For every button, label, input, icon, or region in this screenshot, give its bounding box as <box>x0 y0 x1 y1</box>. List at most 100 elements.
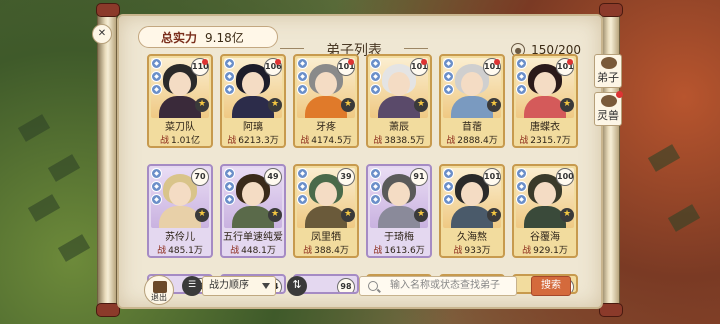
face-shape <box>315 182 337 206</box>
panel-footer: 退出 ☰ 战力顺序 ⇅ 输入名称或状态查找弟子 搜索 <box>119 274 601 310</box>
disciple-card[interactable]: ◆ ◆ ◆ 100 ★ 谷覆海战 929.1万 <box>512 164 578 258</box>
attribute-icon: ◆ <box>297 168 308 179</box>
total-power-value: 9.18亿 <box>205 30 244 45</box>
power-prefix: 战 <box>522 246 532 256</box>
power-value: 388.4万 <box>314 246 349 256</box>
disciple-power: 战 6213.3万 <box>222 133 284 146</box>
attribute-icons: ◆ ◆ ◆ <box>224 58 236 97</box>
power-value: 933万 <box>464 246 491 256</box>
disciple-card[interactable]: ◆ ◆ ◆ 70 ★ 苏伶儿战 485.1万 <box>147 164 213 258</box>
tab-disciples[interactable]: 弟子 <box>594 54 622 88</box>
power-prefix: 战 <box>373 136 383 146</box>
power-prefix: 战 <box>303 246 313 256</box>
power-prefix: 战 <box>159 136 169 146</box>
total-power-tag: 总实力 9.18亿 <box>138 26 278 48</box>
attribute-icon: ◆ <box>224 58 235 69</box>
face-shape <box>388 182 410 206</box>
attribute-icon: ◆ <box>370 181 381 192</box>
face-shape <box>169 72 191 96</box>
exit-button[interactable]: 退出 <box>144 275 174 305</box>
level-badge: 110 <box>191 58 209 76</box>
attribute-icon: ◆ <box>443 84 454 95</box>
face-shape <box>242 182 264 206</box>
disciple-power: 战 1.01亿 <box>149 133 211 146</box>
attribute-icon: ◆ <box>370 84 381 95</box>
power-value: 1613.6万 <box>384 246 425 256</box>
attribute-icon: ◆ <box>370 58 381 69</box>
scroll-rod-right <box>599 3 623 317</box>
sort-direction-icon[interactable]: ⇅ <box>287 276 307 296</box>
attribute-icon: ◆ <box>151 181 162 192</box>
disciple-panel: 总实力 9.18亿 弟子列表 ● 150/200 ◆ ◆ ◆ 110 ★ 菜刀队战 1.01… <box>117 14 603 309</box>
bg-tile <box>667 204 701 232</box>
level-badge: 91 <box>410 168 428 186</box>
level-badge: 101 <box>556 58 574 76</box>
sort-select[interactable]: 战力顺序 <box>202 276 276 296</box>
disciple-card[interactable]: ◆ ◆ ◆ 101 ★ 萧辰战 3838.5万 <box>366 54 432 148</box>
attribute-icons: ◆ ◆ ◆ <box>151 168 163 207</box>
disciple-card[interactable]: ◆ ◆ ◆ 49 ★ 五行单速纯爱战 448.1万 <box>220 164 286 258</box>
disciple-card[interactable]: ◆ ◆ ◆ 106 ★ 阿璃战 6213.3万 <box>220 54 286 148</box>
disciple-name: 谷覆海 <box>530 232 560 243</box>
disciple-name: 于琦梅 <box>384 232 414 243</box>
power-value: 4174.5万 <box>311 136 352 146</box>
disciple-card[interactable]: ◆ ◆ ◆ 101 ★ 牙疼战 4174.5万 <box>293 54 359 148</box>
disciple-name: 凤里牺 <box>311 232 341 243</box>
rod-cap <box>599 3 623 17</box>
search-button[interactable]: 搜索 <box>531 276 571 296</box>
star-icon: ★ <box>487 208 501 222</box>
filter-icon[interactable]: ☰ <box>182 276 202 296</box>
power-prefix: 战 <box>300 136 310 146</box>
attribute-icons: ◆ ◆ ◆ <box>224 168 236 207</box>
attribute-icon: ◆ <box>370 194 381 205</box>
disciple-power: 战 4174.5万 <box>295 133 357 146</box>
tab-label: 弟子 <box>597 71 619 84</box>
attribute-icons: ◆ ◆ ◆ <box>443 58 455 97</box>
power-value: 485.1万 <box>168 246 203 256</box>
disciple-name: 五行单速纯爱 <box>223 232 283 243</box>
notification-dot <box>421 59 427 65</box>
search-placeholder: 输入名称或状态查找弟子 <box>390 280 500 291</box>
disciple-name: 苏伶儿 <box>165 232 195 243</box>
star-icon: ★ <box>268 208 282 222</box>
face-shape <box>388 72 410 96</box>
attribute-icon: ◆ <box>443 71 454 82</box>
bg-tile <box>17 114 51 142</box>
star-icon: ★ <box>487 98 501 112</box>
attribute-icon: ◆ <box>297 181 308 192</box>
attribute-icon: ◆ <box>370 168 381 179</box>
disciple-card[interactable]: ◆ ◆ ◆ 110 ★ 菜刀队战 1.01亿 <box>147 54 213 148</box>
disciple-name: 牙疼 <box>316 122 336 133</box>
chevron-down-icon <box>262 283 270 289</box>
attribute-icons: ◆ ◆ ◆ <box>516 58 528 97</box>
power-prefix: 战 <box>157 246 167 256</box>
sort-label: 战力顺序 <box>209 280 249 291</box>
search-input[interactable]: 输入名称或状态查找弟子 <box>359 276 517 296</box>
disciple-card[interactable]: ◆ ◆ ◆ 91 ★ 于琦梅战 1613.6万 <box>366 164 432 258</box>
attribute-icon: ◆ <box>370 71 381 82</box>
power-value: 1.01亿 <box>170 136 201 146</box>
power-prefix: 战 <box>519 136 529 146</box>
disciple-power: 战 2888.4万 <box>441 133 503 146</box>
disciple-card[interactable]: ◆ ◆ ◆ 101 ★ 久海熬战 933万 <box>439 164 505 258</box>
attribute-icon: ◆ <box>297 58 308 69</box>
star-icon: ★ <box>195 98 209 112</box>
tab-spirit-beasts[interactable]: 灵兽 <box>594 91 623 126</box>
side-tabs: 弟子 灵兽 <box>594 54 623 130</box>
notification-dot <box>494 59 500 65</box>
disciple-card[interactable]: ◆ ◆ ◆ 101 ★ 唐蝶衣战 2315.7万 <box>512 54 578 148</box>
level-badge: 100 <box>556 168 574 186</box>
attribute-icon: ◆ <box>224 181 235 192</box>
disciple-card[interactable]: ◆ ◆ ◆ 101 ★ 苜蓿战 2888.4万 <box>439 54 505 148</box>
attribute-icons: ◆ ◆ ◆ <box>516 168 528 207</box>
power-prefix: 战 <box>230 246 240 256</box>
face-shape <box>461 182 483 206</box>
face-shape <box>242 72 264 96</box>
disciple-power: 战 3838.5万 <box>368 133 430 146</box>
disciple-name: 菜刀队 <box>165 122 195 133</box>
star-icon: ★ <box>341 98 355 112</box>
search-icon <box>368 281 378 291</box>
close-icon[interactable]: ✕ <box>92 24 112 44</box>
attribute-icon: ◆ <box>297 194 308 205</box>
disciple-card[interactable]: ◆ ◆ ◆ 39 ★ 凤里牺战 388.4万 <box>293 164 359 258</box>
